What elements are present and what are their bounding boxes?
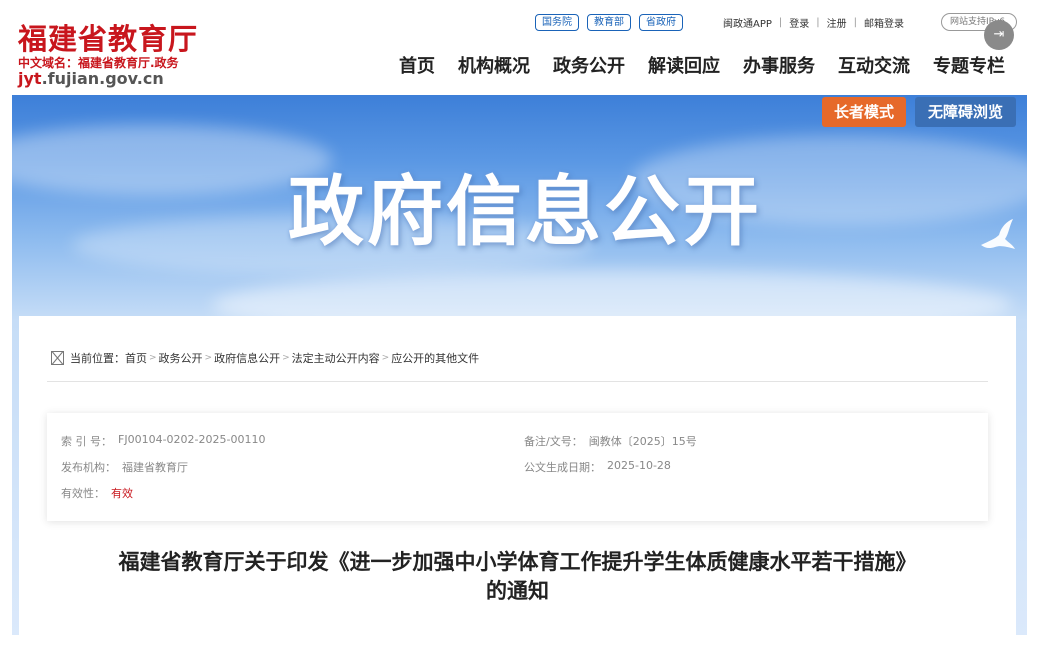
exit-icon[interactable]: ⇥: [984, 20, 1014, 50]
side-strip-right: [1016, 320, 1027, 635]
location-icon: [51, 351, 64, 365]
breadcrumb-statutory[interactable]: 法定主动公开内容: [292, 350, 380, 366]
domain-url-prefix: jyt: [18, 69, 42, 88]
meta-index-value: FJ00104-0202-2025-00110: [118, 433, 266, 446]
meta-date-value: 2025-10-28: [607, 459, 671, 472]
content-panel: 当前位置： 首页 > 政务公开 > 政府信息公开 > 法定主动公开内容 > 应公…: [19, 316, 1016, 636]
link-register[interactable]: 注册: [827, 15, 847, 30]
meta-date: 公文生成日期： 2025-10-28: [524, 459, 671, 475]
document-title-line1: 福建省教育厅关于印发《进一步加强中小学体育工作提升学生体质健康水平若干措施》: [118, 550, 917, 574]
breadcrumb-separator: >: [282, 353, 290, 363]
breadcrumb-other-files[interactable]: 应公开的其他文件: [391, 350, 479, 366]
link-provincial-gov[interactable]: 省政府: [639, 14, 683, 31]
document-title-line2: 的通知: [486, 579, 549, 603]
meta-publisher-value: 福建省教育厅: [122, 461, 188, 474]
breadcrumb-gov-affairs[interactable]: 政务公开: [159, 350, 203, 366]
breadcrumb-separator: >: [381, 353, 390, 363]
cloud-decoration: [12, 125, 332, 195]
nav-interaction[interactable]: 互动交流: [838, 52, 910, 78]
divider: [47, 381, 988, 382]
meta-publisher: 发布机构： 福建省教育厅: [61, 459, 188, 475]
link-ministry-education[interactable]: 教育部: [587, 14, 631, 31]
breadcrumb-gov-info[interactable]: 政府信息公开: [214, 350, 280, 366]
nav-gov-affairs[interactable]: 政务公开: [553, 52, 625, 78]
top-pill-links: 国务院 教育部 省政府: [535, 14, 683, 31]
elder-mode-button[interactable]: 长者模式: [822, 97, 906, 127]
banner-title: 政府信息公开: [288, 167, 762, 256]
link-login[interactable]: 登录: [789, 15, 809, 30]
site-header: 福建省教育厅 中文域名：福建省教育厅.政务 jyt.fujian.gov.cn …: [0, 0, 1041, 95]
meta-validity-label: 有效性：: [61, 487, 105, 500]
nav-about[interactable]: 机构概况: [458, 52, 530, 78]
breadcrumb-separator: >: [204, 353, 213, 363]
side-strip-left: [12, 320, 19, 635]
site-domain-url: jyt.fujian.gov.cn: [18, 69, 164, 88]
hero-banner: 政府信息公开 长者模式 无障碍浏览: [12, 95, 1027, 320]
link-mzt-app[interactable]: 闽政通APP: [723, 15, 772, 30]
separator: |: [853, 17, 858, 28]
separator: |: [816, 17, 820, 28]
main-nav: 首页 机构概况 政务公开 解读回应 办事服务 互动交流 专题专栏: [399, 52, 1005, 78]
meta-index: 索 引 号： FJ00104-0202-2025-00110: [61, 433, 265, 449]
separator: |: [778, 17, 783, 28]
meta-validity-value: 有效: [111, 487, 133, 500]
meta-validity: 有效性： 有效: [61, 485, 133, 501]
link-state-council[interactable]: 国务院: [535, 14, 579, 31]
breadcrumb-home[interactable]: 首页: [125, 350, 147, 366]
nav-home[interactable]: 首页: [399, 52, 435, 78]
meta-docno-value: 闽教体〔2025〕15号: [588, 435, 697, 448]
breadcrumb-label: 当前位置：: [70, 352, 125, 365]
link-mail-login[interactable]: 邮箱登录: [864, 15, 904, 30]
nav-topics[interactable]: 专题专栏: [933, 52, 1005, 78]
document-title: 福建省教育厅关于印发《进一步加强中小学体育工作提升学生体质健康水平若干措施》 的…: [47, 548, 988, 606]
dove-icon: [981, 219, 1015, 249]
document-meta-box: 索 引 号： FJ00104-0202-2025-00110 备注/文号： 闽教…: [47, 413, 988, 521]
nav-services[interactable]: 办事服务: [743, 52, 815, 78]
site-logo-title[interactable]: 福建省教育厅: [18, 16, 198, 58]
breadcrumb: 当前位置： 首页 > 政务公开 > 政府信息公开 > 法定主动公开内容 > 应公…: [51, 350, 479, 366]
cloud-decoration: [212, 270, 1012, 320]
meta-docno-label: 备注/文号：: [524, 435, 583, 448]
accessibility-button[interactable]: 无障碍浏览: [915, 97, 1016, 127]
nav-interpretation[interactable]: 解读回应: [648, 52, 720, 78]
domain-url-suffix: .fujian.gov.cn: [41, 69, 164, 88]
top-text-links: 闽政通APP | 登录 | 注册 | 邮箱登录: [723, 15, 904, 30]
breadcrumb-separator: >: [149, 353, 157, 363]
meta-date-label: 公文生成日期：: [524, 461, 601, 474]
meta-publisher-label: 发布机构：: [61, 461, 116, 474]
meta-index-label: 索 引 号：: [61, 435, 112, 448]
meta-docno: 备注/文号： 闽教体〔2025〕15号: [524, 433, 697, 449]
